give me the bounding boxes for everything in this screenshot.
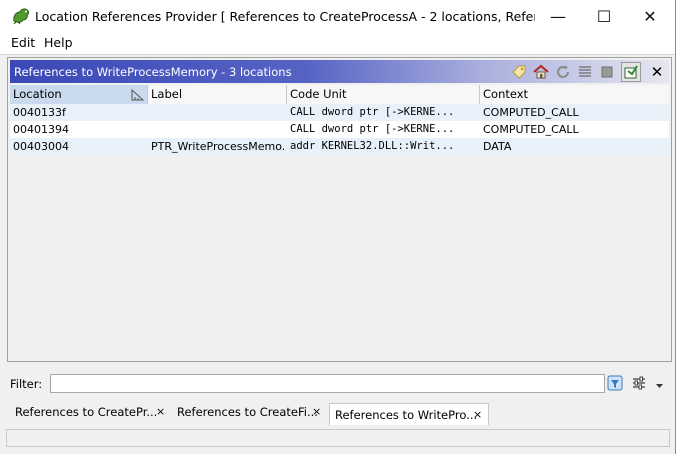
menu-edit[interactable]: Edit [11, 35, 35, 50]
close-window-button[interactable]: ✕ [627, 0, 673, 32]
tab-strip: References to CreatePr... × References t… [5, 401, 673, 425]
dragon-app-icon [11, 7, 31, 25]
window-title: Location References Provider [ Reference… [35, 9, 535, 24]
cell-context: COMPUTED_CALL [483, 123, 579, 136]
refresh-icon[interactable] [553, 62, 573, 82]
tab-label: References to WritePro... [335, 408, 478, 422]
export-icon[interactable] [621, 62, 641, 82]
menu-help[interactable]: Help [44, 35, 73, 50]
stop-icon[interactable] [597, 62, 617, 82]
filter-bar: Filter: [7, 372, 670, 396]
settings-sliders-icon[interactable] [632, 376, 646, 393]
table-row[interactable]: 00403004 PTR_WriteProcessMemo... addr KE… [10, 138, 669, 155]
column-header-location[interactable]: Location [10, 85, 148, 104]
cell-location: 00403004 [13, 140, 69, 153]
close-panel-button[interactable]: ✕ [647, 62, 667, 82]
column-header-context[interactable]: Context [480, 85, 669, 104]
cell-context: COMPUTED_CALL [483, 106, 579, 119]
cell-code-unit: CALL dword ptr [->KERNE... [290, 106, 455, 118]
cell-label [148, 121, 284, 138]
minimize-button[interactable]: — [535, 0, 581, 32]
tab-writeprocessmemory[interactable]: References to WritePro... × [329, 403, 489, 425]
column-label-label: Label [151, 87, 183, 101]
tab-label: References to CreateFi... [177, 405, 318, 419]
filter-options-icon[interactable] [607, 375, 623, 394]
column-header-label[interactable]: Label [148, 85, 287, 104]
list-icon[interactable] [575, 62, 595, 82]
tab-createfile[interactable]: References to CreateFi... × [172, 401, 327, 423]
table-row[interactable]: 0040133f CALL dword ptr [->KERNE... COMP… [10, 104, 669, 121]
panel-header: References to WriteProcessMemory - 3 loc… [10, 60, 669, 83]
table-row[interactable]: 00401394 CALL dword ptr [->KERNE... COMP… [10, 121, 669, 138]
cell-code-unit: CALL dword ptr [->KERNE... [290, 123, 455, 135]
cell-location: 00401394 [13, 123, 69, 136]
tab-close-icon[interactable]: × [312, 401, 321, 423]
tab-createprocessa[interactable]: References to CreatePr... × [10, 401, 170, 423]
cell-code-unit: addr KERNEL32.DLL::Writ... [290, 140, 455, 152]
references-window: Location References Provider [ Reference… [0, 0, 676, 454]
cell-context: DATA [483, 140, 512, 153]
dropdown-arrow-icon[interactable] [656, 378, 663, 392]
title-bar[interactable]: Location References Provider [ Reference… [0, 0, 675, 32]
cell-label [148, 104, 284, 121]
filter-input[interactable] [50, 374, 605, 393]
cell-label: PTR_WriteProcessMemo... [151, 140, 284, 153]
maximize-button[interactable]: ☐ [581, 0, 627, 32]
column-label-location: Location [13, 87, 62, 101]
menu-bar: Edit Help [0, 32, 675, 55]
filter-label: Filter: [10, 377, 43, 391]
references-table: Location Label Code Unit Context 0040133… [10, 85, 669, 359]
tag-icon[interactable] [509, 62, 529, 82]
column-header-code-unit[interactable]: Code Unit [287, 85, 480, 104]
table-header: Location Label Code Unit Context [10, 85, 669, 105]
column-label-context: Context [483, 87, 529, 101]
home-icon[interactable] [531, 62, 551, 82]
tab-close-icon[interactable]: × [156, 401, 165, 423]
status-bar [6, 429, 670, 447]
column-label-code-unit: Code Unit [290, 87, 347, 101]
references-panel: References to WriteProcessMemory - 3 loc… [7, 57, 672, 362]
tab-label: References to CreatePr... [15, 405, 158, 419]
tab-close-icon[interactable]: × [473, 404, 482, 426]
cell-location: 0040133f [13, 106, 66, 119]
panel-title: References to WriteProcessMemory - 3 loc… [14, 65, 292, 79]
